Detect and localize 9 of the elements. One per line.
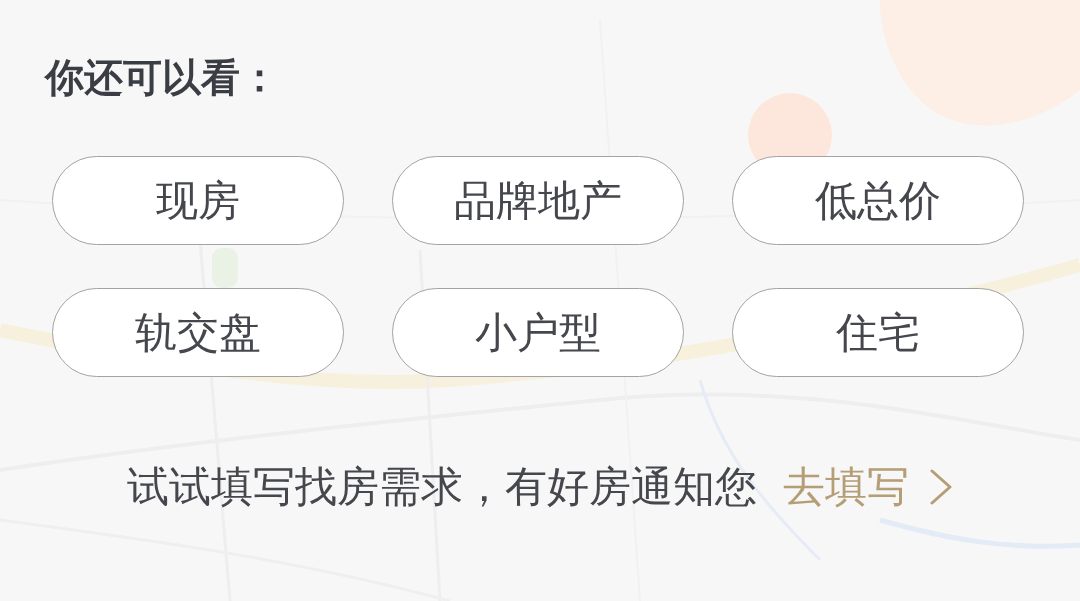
filter-tag-button[interactable]: 住宅 [732,288,1024,377]
filter-tag-button[interactable]: 现房 [52,156,344,245]
filter-tag-button[interactable]: 轨交盘 [52,288,344,377]
filter-tag-button[interactable]: 小户型 [392,288,684,377]
section-heading: 你还可以看： [45,56,279,100]
prompt-text: 试试填写找房需求，有好房通知您 [127,463,757,511]
filter-tag-button[interactable]: 低总价 [732,156,1024,245]
chevron-right-icon [929,469,953,505]
filter-tag-button[interactable]: 品牌地产 [392,156,684,245]
